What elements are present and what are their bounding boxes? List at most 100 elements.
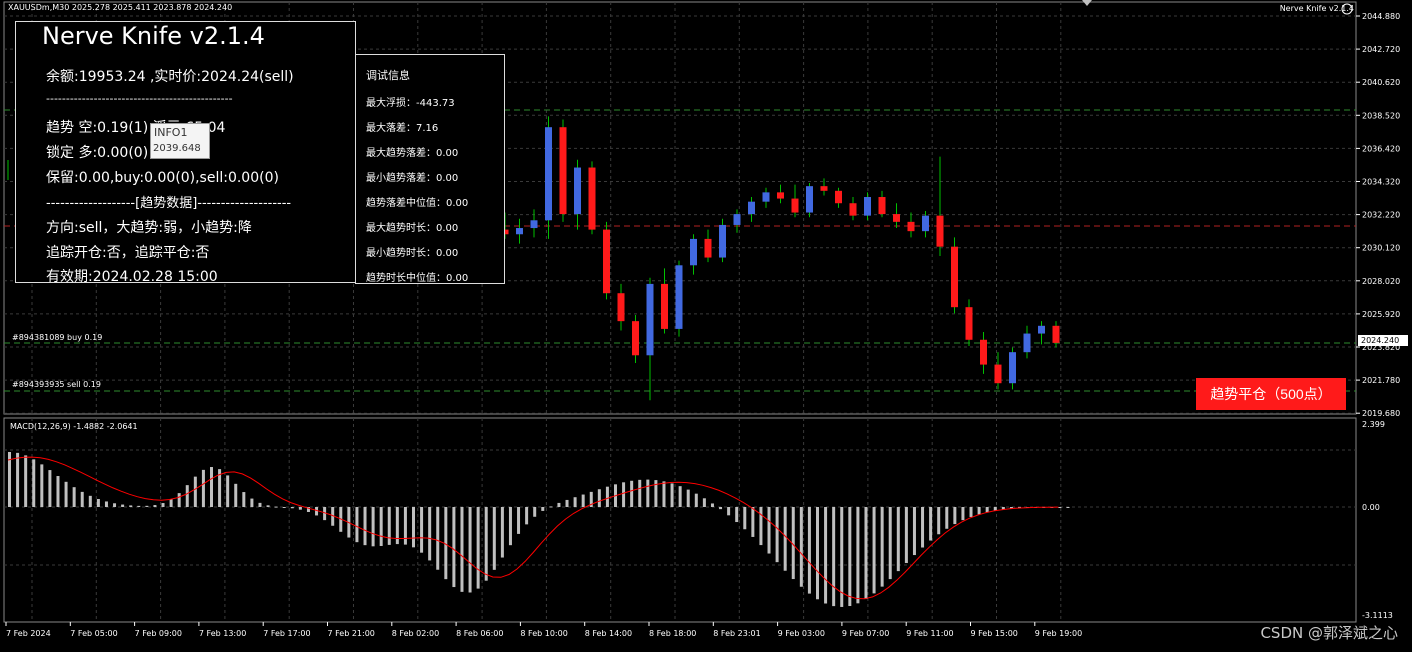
macd-bar: [953, 507, 957, 525]
macd-bar: [72, 487, 76, 507]
time-tick-label: 9 Feb 03:00: [778, 629, 825, 638]
macd-bar: [630, 480, 634, 507]
macd-bar: [751, 507, 755, 537]
macd-bar: [605, 486, 609, 507]
macd-bar: [856, 507, 860, 604]
keep-line: 保留:0.00,buy:0.00(0),sell:0.00(0): [46, 170, 279, 186]
macd-bar: [363, 507, 367, 546]
macd-bar: [969, 507, 973, 517]
macd-bar: [565, 499, 569, 507]
macd-bar: [290, 507, 294, 509]
time-tick-label: 8 Feb 06:00: [456, 629, 503, 638]
price-tick-label: 2042.720: [1362, 45, 1400, 54]
candle-body: [791, 198, 799, 213]
price-tick-label: 2028.020: [1362, 277, 1400, 286]
candle-body: [1009, 352, 1016, 384]
scroll-marker-icon: [1082, 0, 1092, 6]
candle-body: [864, 197, 871, 216]
macd-bar: [977, 507, 981, 515]
macd-bar: [694, 493, 698, 507]
macd-bar: [533, 507, 537, 517]
direction-line: 方向:sell，大趋势:弱，小趋势:降: [46, 220, 252, 236]
candle-body: [719, 224, 726, 258]
macd-bar: [476, 507, 480, 589]
macd-bar: [710, 503, 714, 507]
macd-bar: [48, 470, 52, 507]
candle-body: [777, 192, 784, 199]
macd-panel-border: [3, 417, 1357, 623]
macd-bar: [193, 476, 197, 507]
candle-body: [849, 203, 857, 216]
time-tick-label: 9 Feb 07:00: [842, 629, 889, 638]
candle-body: [646, 283, 654, 356]
debug-line: 最小趋势落差：0.00: [366, 173, 459, 184]
macd-bar: [985, 507, 989, 513]
track-line: 追踪开仓:否，追踪平仓:否: [46, 245, 210, 261]
macd-bar: [912, 507, 916, 556]
macd-bar: [153, 505, 157, 507]
macd-bar: [888, 507, 892, 580]
macd-bar: [961, 507, 965, 521]
macd-bar: [824, 507, 828, 604]
time-tick-label: 8 Feb 10:00: [520, 629, 567, 638]
candle-body: [690, 238, 697, 266]
macd-bar: [904, 507, 908, 564]
time-tick-label: 9 Feb 15:00: [971, 629, 1018, 638]
candle-body: [893, 214, 900, 222]
macd-bar: [379, 507, 383, 546]
current-price-label: 2024.240: [1361, 336, 1399, 345]
buy-order-label[interactable]: #894381089 buy 0.19: [12, 333, 102, 342]
candle-body: [1052, 325, 1060, 343]
macd-bar: [137, 505, 141, 507]
candle-body: [835, 190, 842, 204]
macd-bar: [767, 507, 771, 554]
macd-bar: [226, 475, 230, 507]
candle-body: [632, 321, 639, 356]
macd-bar: [508, 507, 512, 546]
valid-line: 有效期:2024.02.28 15:00: [46, 269, 218, 285]
macd-bar: [484, 507, 488, 581]
candle-body: [661, 283, 668, 329]
sell-order-label[interactable]: #894393935 sell 0.19: [12, 380, 101, 389]
macd-bar: [500, 507, 504, 558]
candle-body: [516, 228, 523, 235]
macd-bar: [1066, 507, 1070, 508]
trend-close-button[interactable]: 趋势平仓（500点）: [1196, 378, 1346, 410]
candle-body: [820, 186, 828, 191]
macd-bar: [274, 506, 278, 508]
time-tick-label: 9 Feb 19:00: [1035, 629, 1082, 638]
candle-body: [907, 221, 915, 232]
macd-bar: [832, 507, 836, 607]
macd-bar: [355, 507, 359, 543]
ea-name-label: Nerve Knife v2.1.4: [1279, 4, 1354, 13]
macd-bar: [622, 482, 626, 507]
macd-bar: [145, 505, 149, 507]
debug-line: 趋势落差中位值：0.00: [366, 198, 469, 209]
trend-data-header: -------------------[趋势数据]---------------…: [46, 196, 292, 211]
candle-body: [951, 246, 958, 308]
candle-body: [922, 215, 929, 232]
candle-body: [545, 127, 552, 221]
macd-bar: [88, 495, 92, 507]
time-tick-label: 9 Feb 11:00: [906, 629, 953, 638]
price-tick-label: 2032.220: [1362, 211, 1400, 220]
macd-bar: [104, 501, 108, 507]
ea-title: Nerve Knife v2.1.4: [42, 22, 265, 50]
info-tooltip: INFO1 2039.648: [150, 123, 210, 159]
price-tick-label: 2025.920: [1362, 310, 1400, 319]
macd-signal-line: [7, 456, 1059, 600]
macd-bar: [96, 499, 100, 507]
macd-bar: [525, 507, 529, 525]
time-tick-label: 8 Feb 18:00: [649, 629, 696, 638]
separator-line: ----------------------------------------…: [46, 92, 233, 105]
candle-body: [878, 197, 886, 215]
price-tick-label: 2036.420: [1362, 144, 1400, 153]
macd-bar: [161, 503, 165, 507]
candle-body: [603, 229, 610, 294]
candle-body: [733, 214, 741, 225]
macd-bar: [702, 498, 706, 507]
macd-bar: [816, 507, 819, 600]
macd-bar: [129, 505, 133, 507]
macd-bar: [727, 507, 731, 516]
macd-bar: [573, 497, 577, 507]
